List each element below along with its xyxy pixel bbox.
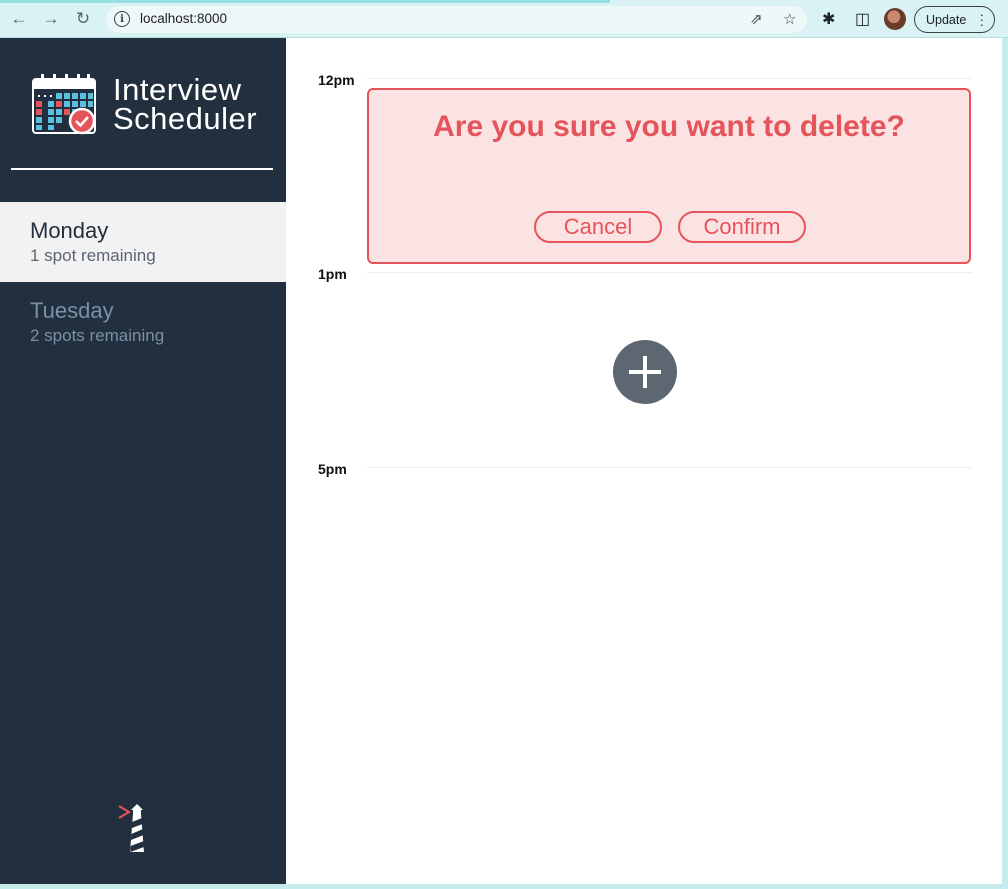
app-title-line2: Scheduler	[113, 101, 258, 136]
time-divider	[367, 78, 972, 79]
cancel-button[interactable]: Cancel	[534, 211, 662, 243]
lighthouse-logo-icon	[118, 804, 144, 852]
time-divider	[367, 467, 972, 468]
delete-confirmation: Are you sure you want to delete? Cancel …	[367, 88, 971, 264]
time-label-1pm: 1pm	[318, 266, 347, 282]
app-window: Interview Scheduler Monday 1 spot remain…	[0, 38, 1002, 884]
day-item-tuesday[interactable]: Tuesday 2 spots remaining	[0, 282, 286, 362]
plus-icon	[629, 356, 661, 388]
time-divider	[367, 272, 972, 273]
time-label-5pm: 5pm	[318, 461, 347, 477]
bookmark-star-icon[interactable]: ☆	[783, 10, 796, 28]
app-title: Interview Scheduler	[113, 72, 258, 136]
add-appointment-button[interactable]	[613, 340, 677, 404]
confirm-button[interactable]: Confirm	[678, 211, 806, 243]
forward-arrow-icon[interactable]: →	[40, 8, 62, 30]
browser-toolbar: ← → ↻ i localhost:8000 ⇗ ☆ ✱ ◫ Update · ·…	[0, 0, 1008, 38]
reload-icon[interactable]: ↻	[72, 8, 94, 30]
sidebar-divider	[11, 168, 273, 170]
profile-avatar[interactable]	[884, 8, 906, 30]
back-arrow-icon[interactable]: ←	[8, 8, 30, 30]
time-label-12pm: 12pm	[318, 72, 355, 88]
address-bar[interactable]: i localhost:8000 ⇗ ☆	[106, 6, 807, 33]
update-label: Update	[926, 12, 967, 27]
extensions-puzzle-icon[interactable]: ✱	[822, 9, 835, 29]
schedule-panel: 12pm Are you sure you want to delete? Ca…	[287, 38, 1002, 884]
url-text[interactable]: localhost:8000	[140, 11, 227, 26]
kebab-menu-icon[interactable]: · · ·	[980, 8, 984, 31]
calendar-logo-icon	[32, 74, 96, 135]
update-button[interactable]: Update · · ·	[914, 6, 995, 33]
confirm-message: Are you sure you want to delete?	[433, 110, 905, 143]
share-icon[interactable]: ⇗	[750, 10, 763, 28]
day-name: Tuesday	[30, 298, 114, 323]
day-spots: 2 spots remaining	[30, 326, 165, 345]
tab-strip	[0, 0, 610, 3]
app-title-line1: Interview	[113, 72, 242, 107]
day-spots: 1 spot remaining	[30, 246, 156, 265]
side-panel-icon[interactable]: ◫	[855, 9, 870, 29]
sidebar: Interview Scheduler Monday 1 spot remain…	[0, 38, 286, 884]
site-info-icon[interactable]: i	[114, 11, 130, 27]
day-item-monday[interactable]: Monday 1 spot remaining	[0, 202, 286, 282]
day-name: Monday	[30, 218, 109, 243]
